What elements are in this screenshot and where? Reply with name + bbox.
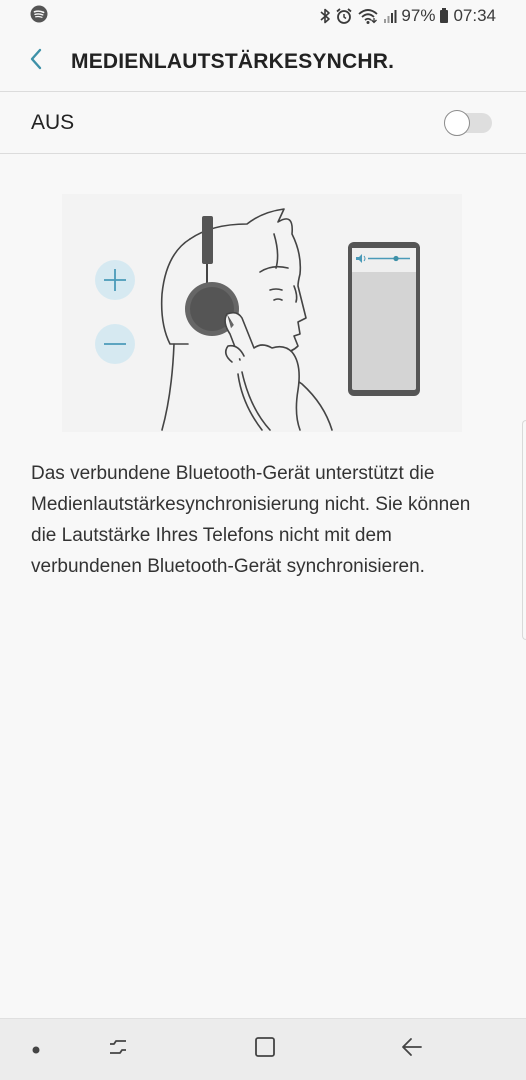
status-bar: 97% 07:34: [0, 0, 526, 32]
sync-toggle-row[interactable]: AUS: [0, 93, 526, 154]
hand: [224, 311, 301, 431]
edge-panel-handle[interactable]: [522, 420, 526, 640]
volume-plus-icon: [95, 260, 135, 300]
spotify-icon: [30, 5, 48, 28]
back-arrow-icon: [400, 1035, 424, 1064]
volume-minus-icon: [95, 324, 135, 364]
battery-percent: 97%: [401, 6, 436, 25]
wifi-icon: [357, 7, 379, 25]
status-right: 97% 07:34: [319, 6, 496, 26]
status-left: [30, 5, 48, 28]
back-nav-button[interactable]: [377, 1019, 447, 1080]
back-button[interactable]: [6, 32, 66, 92]
home-icon: [253, 1035, 277, 1064]
recents-button[interactable]: [83, 1019, 153, 1080]
alarm-icon: [335, 7, 353, 25]
signal-icon: [383, 7, 397, 25]
home-button[interactable]: [230, 1019, 300, 1080]
dot-indicator: [1, 1019, 71, 1080]
volume-sync-illustration: [62, 194, 462, 432]
switch-knob: [444, 110, 470, 136]
status-time: 07:34: [453, 6, 496, 25]
page-title: MEDIENLAUTSTÄRKESYNCHR.: [71, 49, 395, 73]
battery-icon: [439, 7, 449, 25]
description-text: Das verbundene Bluetooth-Gerät unterstüt…: [31, 463, 471, 577]
chevron-left-icon: [28, 47, 44, 76]
navigation-bar: [0, 1018, 526, 1080]
bluetooth-icon: [319, 7, 331, 25]
sync-switch[interactable]: [444, 110, 492, 136]
recents-icon: [106, 1035, 130, 1064]
phone-illustration: [348, 242, 420, 396]
toggle-label: AUS: [31, 111, 75, 134]
app-header: MEDIENLAUTSTÄRKESYNCHR.: [0, 32, 526, 92]
